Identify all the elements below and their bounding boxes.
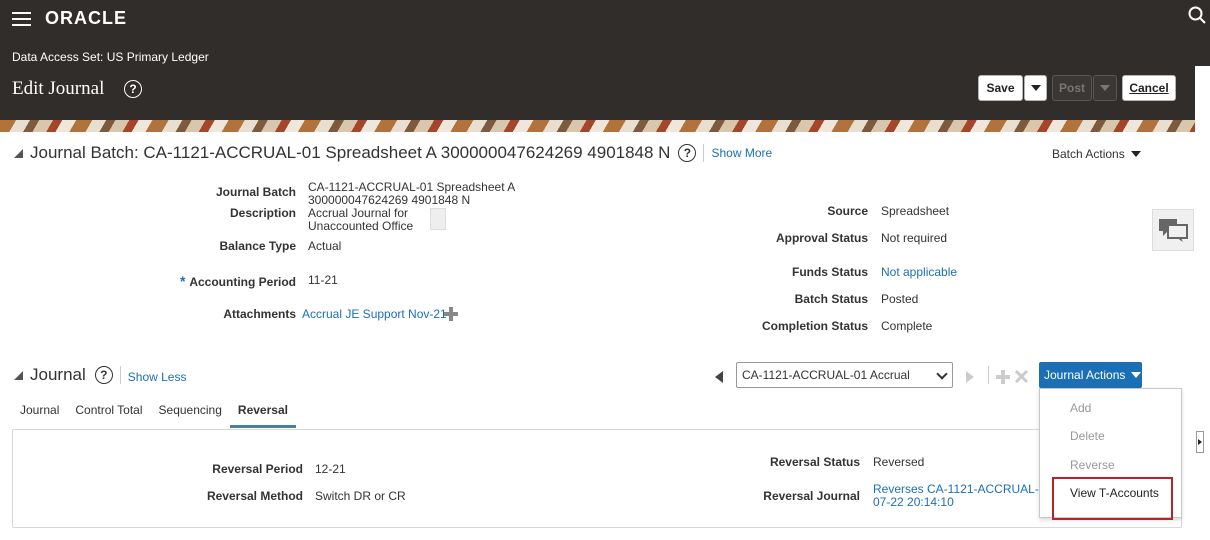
highlight-box	[1052, 477, 1173, 520]
journal-actions-label: Journal Actions	[1044, 368, 1126, 382]
show-more-link[interactable]: Show More	[711, 146, 772, 160]
journal-batch-value-line2: 300000047624269 4901848 N	[308, 193, 471, 207]
next-journal-icon	[966, 371, 974, 383]
post-button-label: Post	[1058, 81, 1085, 95]
journal-select-value: CA-1121-ACCRUAL-01 Accrual	[742, 368, 910, 382]
batch-status-label: Batch Status	[794, 292, 868, 306]
save-options-button[interactable]	[1024, 75, 1047, 101]
hamburger-menu-icon[interactable]	[12, 12, 31, 26]
divider	[119, 366, 121, 384]
oracle-logo: ORACLE	[45, 8, 127, 28]
journal-select[interactable]: CA-1121-ACCRUAL-01 Accrual	[736, 362, 953, 388]
batch-actions-label: Batch Actions	[1052, 147, 1125, 161]
post-options-button	[1093, 75, 1117, 101]
reversal-status-value: Reversed	[873, 455, 925, 469]
reversal-journal-label: Reversal Journal	[763, 489, 860, 503]
global-header: ORACLE Data Access Set: US Primary Ledge…	[0, 0, 1210, 120]
reversal-period-value: 12-21	[315, 462, 346, 476]
reversal-panel	[12, 429, 1182, 528]
journal-batch-label: Journal Batch	[215, 185, 296, 199]
previous-journal-icon[interactable]	[715, 371, 723, 383]
description-value-line1: Accrual Journal for	[308, 206, 409, 220]
accounting-period-label-text: Accounting Period	[189, 275, 296, 289]
journal-actions-button[interactable]: Journal Actions	[1039, 362, 1142, 388]
approval-status-value: Not required	[881, 231, 948, 245]
tab-sequencing[interactable]: Sequencing	[151, 398, 230, 428]
balance-type-label: Balance Type	[219, 239, 296, 253]
cancel-button-label: Cancel	[1129, 81, 1169, 95]
approval-status-label: Approval Status	[775, 231, 868, 245]
collapse-triangle-icon[interactable]	[14, 370, 23, 380]
description-value-line2: Unaccounted Office	[308, 219, 414, 233]
show-less-link[interactable]: Show Less	[128, 370, 187, 384]
reversal-status-label: Reversal Status	[769, 455, 860, 469]
journal-batch-title: Journal Batch: CA-1121-ACCRUAL-01 Spread…	[30, 143, 671, 162]
accounting-period-label: * Accounting Period	[150, 273, 296, 289]
menu-item-add: Add	[1070, 401, 1092, 415]
journal-header: Journal ? Show Less	[14, 365, 186, 385]
balance-type-value: Actual	[308, 239, 342, 253]
help-icon[interactable]: ?	[678, 144, 697, 162]
tab-reversal[interactable]: Reversal	[229, 398, 296, 428]
collapse-triangle-icon[interactable]	[14, 148, 23, 158]
decorative-banner	[0, 120, 1195, 132]
required-asterisk-icon: *	[179, 273, 190, 289]
completion-status-label: Completion Status	[761, 319, 868, 333]
search-icon[interactable]	[1188, 6, 1206, 24]
chevron-down-icon	[1131, 372, 1142, 378]
batch-actions-menu[interactable]: Batch Actions	[1052, 147, 1141, 161]
menu-item-delete: Delete	[1070, 429, 1105, 443]
source-value: Spreadsheet	[881, 204, 950, 218]
journal-title: Journal	[30, 365, 86, 384]
funds-status-link[interactable]: Not applicable	[881, 265, 957, 279]
reversal-method-value: Switch DR or CR	[315, 489, 406, 503]
divider	[988, 366, 989, 384]
journal-batch-value-line1: CA-1121-ACCRUAL-01 Spreadsheet A	[308, 180, 516, 194]
post-button: Post	[1052, 75, 1092, 101]
chat-icon[interactable]	[1152, 209, 1194, 251]
right-edge	[1195, 66, 1210, 540]
tab-journal[interactable]: Journal	[12, 398, 67, 428]
attachments-label: Attachments	[223, 307, 296, 321]
reversal-period-label: Reversal Period	[212, 462, 303, 476]
chevron-down-icon	[1030, 85, 1041, 91]
reversal-journal-link-line1[interactable]: Reverses CA-1121-ACCRUAL-0	[873, 482, 1046, 496]
add-attachment-icon[interactable]	[444, 307, 458, 321]
save-button-label: Save	[986, 81, 1015, 95]
chevron-down-icon	[1130, 151, 1141, 157]
resize-handle-icon[interactable]	[430, 208, 446, 230]
chevron-right-icon	[1198, 439, 1202, 445]
tab-control-total[interactable]: Control Total	[67, 398, 150, 428]
chevron-down-icon	[936, 368, 948, 380]
chevron-down-icon	[1100, 85, 1110, 91]
description-label: Description	[229, 206, 296, 220]
data-access-set: Data Access Set: US Primary Ledger	[12, 50, 209, 64]
menu-item-reverse: Reverse	[1070, 458, 1115, 472]
reversal-journal-link-line2[interactable]: 07-22 20:14:10	[873, 495, 954, 509]
funds-status-label: Funds Status	[791, 265, 868, 279]
help-icon[interactable]: ?	[124, 80, 142, 98]
delete-icon	[1015, 370, 1028, 383]
page-title: Edit Journal	[12, 78, 105, 99]
accounting-period-value: 11-21	[308, 273, 338, 287]
save-button[interactable]: Save	[978, 75, 1023, 101]
source-label: Source	[827, 204, 868, 218]
reversal-method-label: Reversal Method	[206, 489, 303, 503]
batch-status-value: Posted	[881, 292, 919, 306]
journal-batch-header: Journal Batch: CA-1121-ACCRUAL-01 Spread…	[14, 143, 772, 163]
cancel-button[interactable]: Cancel	[1122, 75, 1176, 101]
add-icon	[996, 370, 1010, 384]
journal-tabs: Journal Control Total Sequencing Reversa…	[12, 398, 296, 428]
completion-status-value: Complete	[881, 319, 933, 333]
attachment-link[interactable]: Accrual JE Support Nov-21	[302, 307, 447, 321]
help-icon[interactable]: ?	[94, 366, 113, 384]
side-panel-toggle[interactable]	[1196, 431, 1204, 453]
divider	[703, 144, 705, 162]
